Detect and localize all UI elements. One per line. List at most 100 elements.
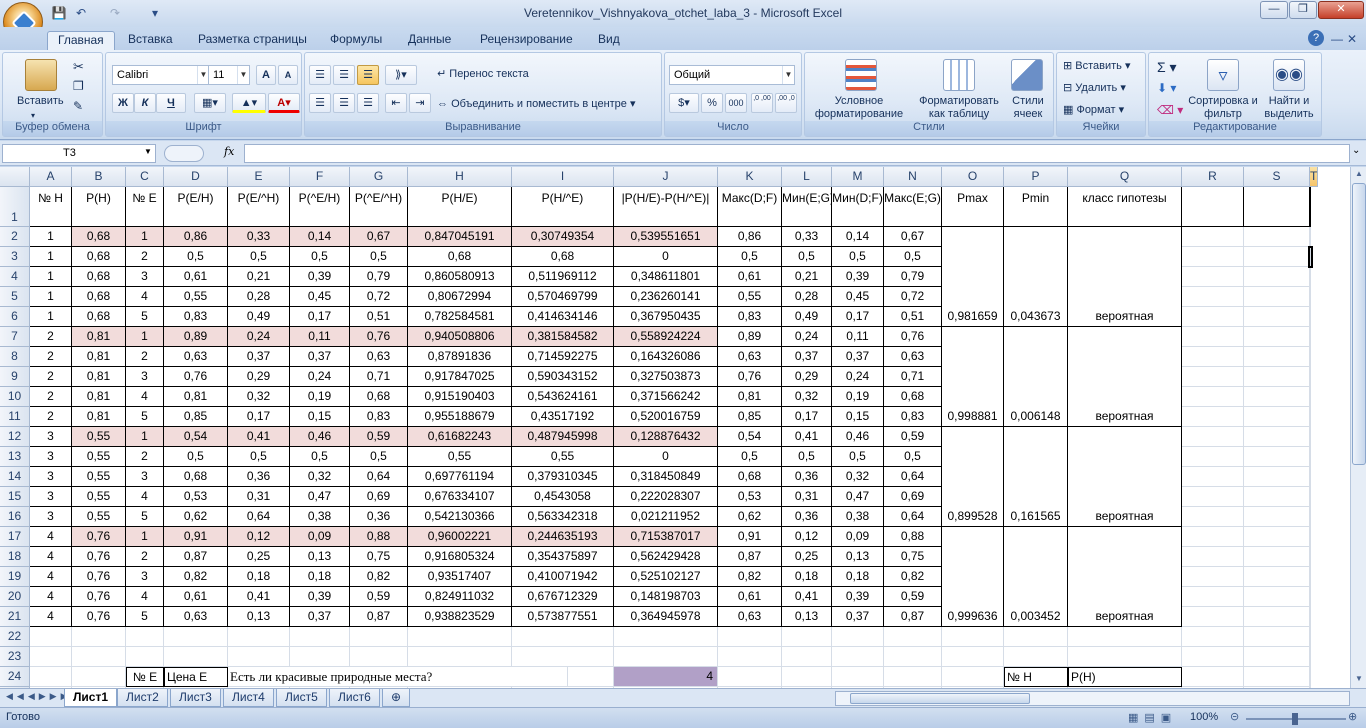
cell-R15[interactable]: [1182, 487, 1244, 507]
cell-J4[interactable]: 0,348611801: [614, 267, 718, 287]
cell-G22[interactable]: [350, 627, 408, 647]
column-header-L[interactable]: L: [782, 167, 832, 187]
cell-R3[interactable]: [1182, 247, 1244, 267]
cell-E13[interactable]: 0,5: [228, 447, 290, 467]
cut-icon[interactable]: ✂: [73, 59, 84, 75]
row-header-18[interactable]: 18: [0, 547, 30, 567]
scroll-down-icon[interactable]: ▼: [1352, 672, 1366, 686]
cell-F14[interactable]: 0,32: [290, 467, 350, 487]
cell-F20[interactable]: 0,39: [290, 587, 350, 607]
cell-D18[interactable]: 0,87: [164, 547, 228, 567]
cell-R12[interactable]: [1182, 427, 1244, 447]
sheet-nav-icons[interactable]: ◀◀◀▶▶▶: [6, 691, 72, 702]
grow-font-button[interactable]: A: [256, 65, 276, 85]
cell-L19[interactable]: 0,18: [782, 567, 832, 587]
cell-A16[interactable]: 3: [30, 507, 72, 527]
cell-D4[interactable]: 0,61: [164, 267, 228, 287]
cell-I22[interactable]: [512, 627, 614, 647]
cell-O11[interactable]: 0,998881: [942, 407, 1004, 427]
insert-function-icon[interactable]: fx: [224, 145, 234, 158]
expand-formula-icon[interactable]: ⌄: [1352, 145, 1360, 156]
cell-T18[interactable]: [1310, 547, 1311, 567]
cell-K23[interactable]: [718, 647, 782, 667]
cell-A2[interactable]: 1: [30, 227, 72, 247]
cell-K8[interactable]: 0,63: [718, 347, 782, 367]
cell-B24[interactable]: [72, 667, 126, 687]
cell-R6[interactable]: [1182, 307, 1244, 327]
cell-B6[interactable]: 0,68: [72, 307, 126, 327]
cell-Q4[interactable]: [1068, 267, 1182, 287]
cell-S24[interactable]: [1244, 667, 1310, 687]
cell-F6[interactable]: 0,17: [290, 307, 350, 327]
column-header-P[interactable]: P: [1004, 167, 1068, 187]
cell-I20[interactable]: 0,676712329: [512, 587, 614, 607]
cell-Q16[interactable]: вероятная: [1068, 507, 1182, 527]
cell-N12[interactable]: 0,59: [884, 427, 942, 447]
cell-G10[interactable]: 0,68: [350, 387, 408, 407]
sheet-tab-6[interactable]: Лист6: [329, 689, 380, 707]
cell-R22[interactable]: [1182, 627, 1244, 647]
cell-D10[interactable]: 0,81: [164, 387, 228, 407]
cell-A19[interactable]: 4: [30, 567, 72, 587]
cell-O5[interactable]: [942, 287, 1004, 307]
font-name-combo[interactable]: Calibri ▼: [112, 65, 210, 85]
ribbon-close-icon[interactable]: ✕: [1343, 30, 1361, 48]
cell-T22[interactable]: [1310, 627, 1311, 647]
column-header-M[interactable]: M: [832, 167, 884, 187]
cell-H3[interactable]: 0,68: [408, 247, 512, 267]
increase-decimal-button[interactable]: ,0 ,00: [751, 93, 773, 113]
cell-Q6[interactable]: вероятная: [1068, 307, 1182, 327]
cell-L15[interactable]: 0,31: [782, 487, 832, 507]
cell-T2[interactable]: [1310, 227, 1311, 247]
cell-L22[interactable]: [782, 627, 832, 647]
cell-M5[interactable]: 0,45: [832, 287, 884, 307]
cell-K13[interactable]: 0,5: [718, 447, 782, 467]
cell-C10[interactable]: 4: [126, 387, 164, 407]
column-header-R[interactable]: R: [1182, 167, 1244, 187]
view-buttons[interactable]: ▦▤▣: [1128, 711, 1177, 724]
cell-Q21[interactable]: вероятная: [1068, 607, 1182, 627]
cell-O18[interactable]: [942, 547, 1004, 567]
cell-C23[interactable]: [126, 647, 164, 667]
cell-H14[interactable]: 0,697761194: [408, 467, 512, 487]
cell-B2[interactable]: 0,68: [72, 227, 126, 247]
minimize-button[interactable]: —: [1260, 1, 1288, 19]
cell-S17[interactable]: [1244, 527, 1310, 547]
cell-O10[interactable]: [942, 387, 1004, 407]
zoom-slider-handle[interactable]: [1292, 713, 1298, 725]
cell-K19[interactable]: 0,82: [718, 567, 782, 587]
cell-H21[interactable]: 0,938823529: [408, 607, 512, 627]
cell-O15[interactable]: [942, 487, 1004, 507]
cell-F4[interactable]: 0,39: [290, 267, 350, 287]
cell-D12[interactable]: 0,54: [164, 427, 228, 447]
cell-H8[interactable]: 0,87891836: [408, 347, 512, 367]
cell-C8[interactable]: 2: [126, 347, 164, 367]
cell-J22[interactable]: [614, 627, 718, 647]
cell-K3[interactable]: 0,5: [718, 247, 782, 267]
cell-S3[interactable]: [1244, 247, 1310, 267]
cell-E8[interactable]: 0,37: [228, 347, 290, 367]
cell-B12[interactable]: 0,55: [72, 427, 126, 447]
cell-N14[interactable]: 0,64: [884, 467, 942, 487]
row-header-21[interactable]: 21: [0, 607, 30, 627]
cell-J12[interactable]: 0,128876432: [614, 427, 718, 447]
cell-C11[interactable]: 5: [126, 407, 164, 427]
cell-G14[interactable]: 0,64: [350, 467, 408, 487]
cell-S14[interactable]: [1244, 467, 1310, 487]
find-select-button[interactable]: Найти и выделить: [1257, 95, 1321, 121]
cell-I18[interactable]: 0,354375897: [512, 547, 614, 567]
cell-H22[interactable]: [408, 627, 512, 647]
cell-T7[interactable]: [1310, 327, 1311, 347]
percent-button[interactable]: %: [701, 93, 723, 113]
cell-T23[interactable]: [1310, 647, 1311, 667]
cell-H19[interactable]: 0,93517407: [408, 567, 512, 587]
cell-P17[interactable]: [1004, 527, 1068, 547]
cell-F17[interactable]: 0,09: [290, 527, 350, 547]
column-header-Q[interactable]: Q: [1068, 167, 1182, 187]
cell-R21[interactable]: [1182, 607, 1244, 627]
paste-button[interactable]: Вставить: [17, 95, 64, 107]
align-right-icon[interactable]: ☰: [357, 93, 379, 113]
vertical-scrollbar[interactable]: ▲ ▼: [1350, 167, 1366, 688]
cell-A20[interactable]: 4: [30, 587, 72, 607]
cell-H17[interactable]: 0,96002221: [408, 527, 512, 547]
